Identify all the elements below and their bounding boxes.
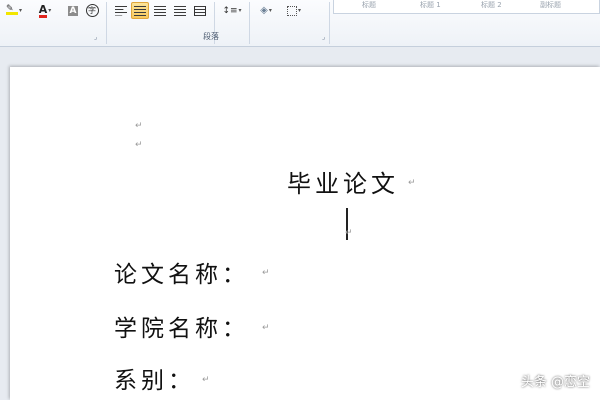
ribbon: ✎ ▾ A ▾ A 字 ↕≡ ▾ ◈ ▾ ▾ ⌟ 段落 ⌟ 标题 标题 1 标题 2 <box>0 0 600 47</box>
document-page[interactable] <box>10 67 600 400</box>
field-department: 系别： <box>114 368 195 394</box>
borders-button[interactable]: ▾ <box>282 2 306 19</box>
character-shading-icon: A <box>67 5 79 16</box>
style-preview[interactable]: 标题 <box>362 0 376 10</box>
font-color-icon: A <box>38 2 48 18</box>
align-center-button[interactable] <box>131 2 149 19</box>
font-color-button[interactable]: A ▾ <box>34 2 56 19</box>
chevron-down-icon: ▾ <box>297 7 301 14</box>
paragraph-mark: ↵ <box>262 323 270 333</box>
highlight-color-button[interactable]: ✎ ▾ <box>2 2 26 19</box>
line-spacing-icon: ↕≡ <box>222 5 238 16</box>
paragraph-mark: ↵ <box>408 178 416 188</box>
font-dialog-launcher-icon[interactable]: ⌟ <box>94 33 97 41</box>
chevron-down-icon: ▾ <box>48 7 52 14</box>
style-preview[interactable]: 副标题 <box>540 0 561 10</box>
group-separator <box>329 2 330 44</box>
character-shading-button[interactable]: A <box>66 2 80 19</box>
align-right-icon <box>154 5 166 16</box>
highlighter-icon: ✎ <box>5 5 18 15</box>
watermark: 头条 @恋空 <box>520 375 590 390</box>
paragraph-group-label: 段落 <box>203 32 219 41</box>
styles-gallery[interactable]: 标题 标题 1 标题 2 副标题 <box>333 0 600 14</box>
align-left-button[interactable] <box>113 2 129 19</box>
paragraph-mark: ↵ <box>262 268 270 278</box>
group-separator <box>106 2 107 44</box>
paragraph-mark: ↵ <box>345 228 353 238</box>
line-spacing-button[interactable]: ↕≡ ▾ <box>220 2 244 19</box>
field-college-name: 学院名称： <box>114 316 249 342</box>
paint-bucket-icon: ◈ <box>260 5 268 16</box>
shading-button[interactable]: ◈ ▾ <box>254 2 278 19</box>
justify-icon <box>174 5 186 16</box>
enclose-character-button[interactable]: 字 <box>84 2 100 19</box>
enclosed-character-icon: 字 <box>85 4 99 17</box>
align-right-button[interactable] <box>152 2 168 19</box>
align-left-icon <box>115 5 127 16</box>
chevron-down-icon: ▾ <box>18 7 22 14</box>
border-icon <box>286 5 297 16</box>
chevron-down-icon: ▾ <box>238 7 242 14</box>
field-thesis-name: 论文名称： <box>114 262 249 288</box>
paragraph-mark: ↵ <box>135 140 143 150</box>
document-title: 毕业论文 <box>287 170 399 198</box>
align-center-icon <box>134 5 146 16</box>
chevron-down-icon: ▾ <box>268 7 272 14</box>
paragraph-mark: ↵ <box>135 121 143 131</box>
distributed-button[interactable] <box>192 2 208 19</box>
style-preview[interactable]: 标题 2 <box>481 0 502 10</box>
paragraph-mark: ↵ <box>202 375 210 385</box>
distributed-icon <box>194 5 206 16</box>
group-separator <box>249 2 250 44</box>
style-preview[interactable]: 标题 1 <box>420 0 441 10</box>
paragraph-dialog-launcher-icon[interactable]: ⌟ <box>322 33 325 41</box>
justify-button[interactable] <box>172 2 188 19</box>
